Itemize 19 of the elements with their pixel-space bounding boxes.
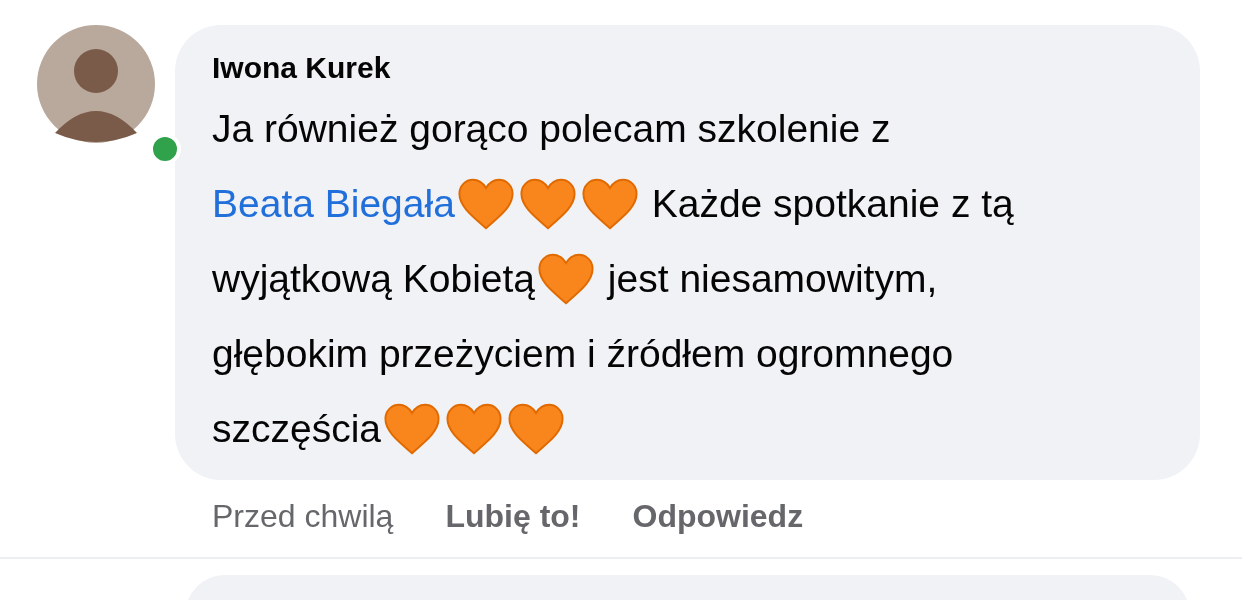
avatar-silhouette[interactable] (37, 25, 155, 143)
timestamp: Przed chwilą (212, 498, 394, 535)
author-name[interactable]: Iwona Kurek (212, 51, 1170, 85)
heart-icon (456, 176, 515, 231)
heart-icon (537, 251, 595, 306)
comment-text: głębokim przeżyciem i źródłem ogromnego (212, 331, 954, 376)
heart-icon (507, 401, 566, 456)
heart-icon (445, 401, 504, 456)
comment-text: szczęścia (212, 406, 382, 451)
comment-action-link[interactable]: Lubię to! (445, 498, 581, 535)
comment-text: jest niesamowitym, (605, 256, 938, 301)
comment-text: Ja również gorąco polecam szkolenie z (212, 106, 891, 151)
heart-icon (580, 176, 639, 231)
comment-text: Każde spotkanie z tą (650, 181, 1014, 226)
comment-action-link[interactable]: Odpowiedz (632, 498, 804, 535)
comment-text: wyjątkową Kobietą (212, 256, 535, 301)
heart-icon (383, 401, 442, 456)
mention-link[interactable]: Beata Biegała (212, 181, 455, 226)
heart-icon (518, 176, 577, 231)
